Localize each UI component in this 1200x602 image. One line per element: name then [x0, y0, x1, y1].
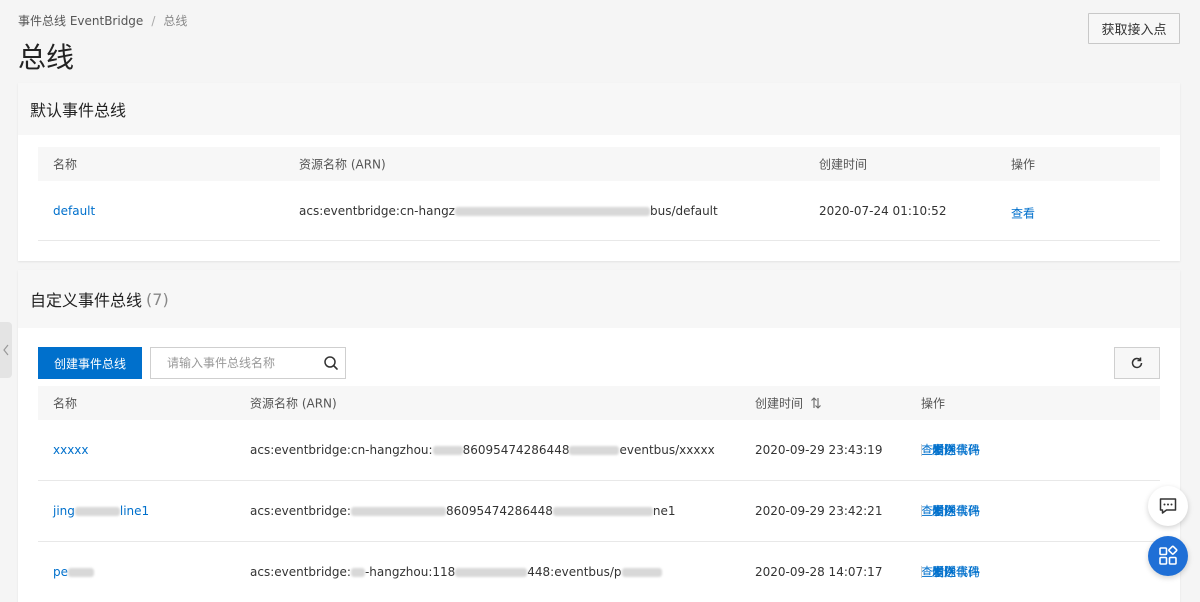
chat-icon — [1159, 498, 1177, 514]
breadcrumb-separator: / — [151, 13, 156, 28]
name-prefix: jing — [53, 504, 75, 518]
redacted-mask — [350, 507, 446, 516]
redacted-mask — [455, 568, 528, 577]
column-actions: 操作 — [1011, 157, 1036, 172]
delete-link[interactable]: 删除 — [921, 505, 966, 517]
page-title: 总线 — [18, 41, 75, 74]
search-box — [150, 347, 346, 379]
redacted-mask — [569, 446, 620, 455]
table-row: xxxxx acs:eventbridge:cn-hangzhou: 860954… — [38, 420, 1160, 481]
search-input[interactable] — [167, 356, 317, 370]
arn-mid: 86095474286448 — [445, 504, 553, 518]
created-time: 2020-09-28 14:07:17 — [755, 565, 883, 579]
arn-prefix: acs:eventbridge:cn-hangzhou: — [250, 443, 433, 457]
chat-button[interactable] — [1148, 486, 1188, 526]
arn-suffix: eventbus/xxxxx — [619, 443, 715, 457]
table-row: default acs:eventbridge:cn-hangz bus/defa… — [38, 181, 1160, 241]
redacted-mask — [621, 568, 662, 577]
arn-prefix: acs:eventbridge: — [250, 565, 351, 579]
default-bus-card: 默认事件总线 名称 资源名称 (ARN) 创建时间 操作 default acs… — [18, 83, 1180, 261]
custom-bus-title: 自定义事件总线 (7) — [18, 270, 1180, 328]
column-name: 名称 — [53, 157, 78, 172]
custom-bus-title-text: 自定义事件总线 — [30, 291, 143, 310]
arn-mid2: 448:eventbus/p — [527, 565, 622, 579]
table-header: 名称 资源名称 (ARN) 创建时间 操作 — [38, 386, 1160, 420]
table-row: pe acs:eventbridge: -hangzhou:118 448:even… — [38, 542, 1160, 602]
view-link[interactable]: 查看 — [1011, 205, 1035, 222]
default-bus-title: 默认事件总线 — [18, 83, 1180, 135]
arn-mid: -hangzhou:118 — [364, 565, 456, 579]
redacted-mask — [454, 206, 650, 216]
default-bus-title-text: 默认事件总线 — [30, 101, 127, 120]
column-arn: 资源名称 (ARN) — [299, 157, 386, 172]
name-suffix: line1 — [119, 504, 150, 518]
bus-name-link[interactable]: default — [53, 204, 95, 218]
bus-name-link[interactable]: jing line1 — [53, 504, 149, 518]
arn-prefix: acs:eventbridge:cn-hangz — [299, 203, 455, 218]
created-time: 2020-07-24 01:10:52 — [819, 203, 947, 218]
arn-suffix: bus/default — [649, 203, 718, 218]
breadcrumb: 事件总线 EventBridge / 总线 — [18, 12, 187, 29]
column-created: 创建时间 — [819, 157, 868, 172]
breadcrumb-current: 总线 — [163, 14, 188, 28]
column-actions: 操作 — [921, 396, 946, 411]
refresh-icon — [1131, 357, 1143, 369]
default-bus-table: 名称 资源名称 (ARN) 创建时间 操作 default acs:eventb… — [38, 147, 1160, 241]
arn-prefix: acs:eventbridge: — [250, 504, 351, 518]
get-endpoint-button[interactable]: 获取接入点 — [1088, 13, 1180, 44]
created-time: 2020-09-29 23:43:19 — [755, 443, 883, 457]
redacted-mask — [350, 568, 365, 577]
column-arn: 资源名称 (ARN) — [250, 396, 337, 411]
redacted-mask — [68, 568, 94, 577]
name-prefix: pe — [53, 565, 68, 579]
chevron-left-icon — [3, 344, 9, 356]
arn-cell: acs:eventbridge:cn-hangz bus/default — [299, 204, 718, 218]
delete-link[interactable]: 删除 — [921, 444, 966, 456]
bus-name-link[interactable]: pe — [53, 565, 94, 579]
custom-bus-table: 名称 资源名称 (ARN) 创建时间 操作 xxxxx acs:eventbri… — [38, 386, 1160, 602]
refresh-button[interactable] — [1114, 347, 1160, 379]
table-header: 名称 资源名称 (ARN) 创建时间 操作 — [38, 147, 1160, 181]
redacted-mask — [432, 446, 463, 455]
redacted-mask — [74, 507, 120, 516]
sidebar-toggle[interactable] — [0, 322, 12, 378]
apps-icon — [1159, 545, 1178, 565]
arn-suffix: ne1 — [652, 504, 676, 518]
column-name: 名称 — [53, 396, 78, 411]
arn-cell: acs:eventbridge:cn-hangzhou: 860954742864… — [250, 443, 715, 457]
arn-cell: acs:eventbridge: 86095474286448 ne1 — [250, 504, 675, 518]
created-time: 2020-09-29 23:42:21 — [755, 504, 883, 518]
delete-link[interactable]: 删除 — [921, 566, 966, 578]
breadcrumb-parent[interactable]: 事件总线 EventBridge — [18, 12, 143, 29]
table-row: jing line1 acs:eventbridge: 86095474286448… — [38, 481, 1160, 542]
apps-button[interactable] — [1148, 536, 1188, 576]
custom-bus-card: 自定义事件总线 (7) 创建事件总线 名称 资源名称 (ARN) 创建时间 操作… — [18, 270, 1180, 602]
create-bus-button[interactable]: 创建事件总线 — [38, 347, 142, 379]
redacted-mask — [552, 507, 653, 516]
sort-icon[interactable] — [810, 397, 822, 409]
arn-mid: 86095474286448 — [462, 443, 570, 457]
arn-cell: acs:eventbridge: -hangzhou:118 448:eventbu… — [250, 565, 662, 579]
search-icon[interactable] — [323, 355, 339, 371]
custom-bus-count: (7) — [146, 289, 169, 309]
bus-name-link[interactable]: xxxxx — [53, 443, 89, 457]
column-created[interactable]: 创建时间 — [755, 395, 803, 412]
